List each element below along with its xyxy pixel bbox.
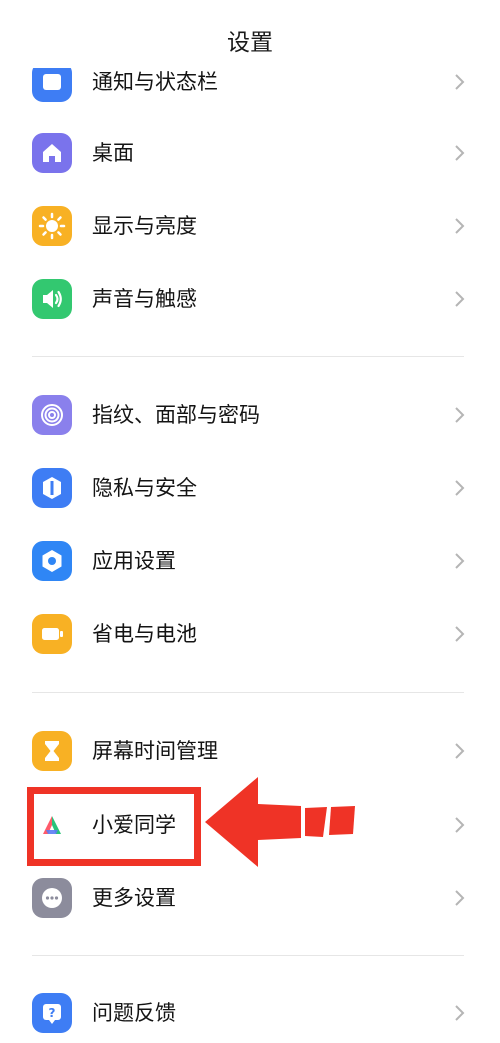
settings-item-sound[interactable]: 声音与触感 — [0, 269, 500, 329]
speaker-icon — [32, 279, 72, 319]
chevron-right-icon — [455, 743, 465, 759]
settings-item-label: 显示与亮度 — [92, 214, 197, 238]
help-icon: ? — [32, 993, 72, 1033]
chevron-right-icon — [455, 890, 465, 906]
settings-item-label: 声音与触感 — [92, 287, 197, 311]
svg-text:?: ? — [49, 1006, 56, 1020]
settings-item-label: 省电与电池 — [92, 622, 197, 646]
settings-item-display[interactable]: 显示与亮度 — [0, 196, 500, 256]
settings-item-label: 指纹、面部与密码 — [92, 403, 260, 427]
settings-item-fingerprint[interactable]: 指纹、面部与密码 — [0, 385, 500, 445]
sun-icon — [32, 206, 72, 246]
settings-item-apps[interactable]: 应用设置 — [0, 531, 500, 591]
home-icon — [32, 133, 72, 173]
page-title: 设置 — [227, 30, 273, 56]
shield-icon — [32, 468, 72, 508]
hexagon-gear-icon — [32, 541, 72, 581]
chevron-right-icon — [455, 218, 465, 234]
highlight-box — [27, 787, 201, 866]
settings-item-more[interactable]: 更多设置 — [0, 868, 500, 928]
chevron-right-icon — [455, 480, 465, 496]
settings-item-label: 应用设置 — [92, 549, 176, 573]
settings-item-desktop[interactable]: 桌面 — [0, 123, 500, 183]
settings-item-label: 通知与状态栏 — [92, 70, 218, 94]
chevron-right-icon — [455, 145, 465, 161]
settings-item-label: 隐私与安全 — [92, 476, 197, 500]
more-dots-icon — [32, 878, 72, 918]
hourglass-icon — [32, 731, 72, 771]
settings-item-label: 桌面 — [92, 141, 134, 165]
chevron-right-icon — [455, 74, 465, 90]
settings-item-label: 更多设置 — [92, 886, 176, 910]
settings-item-label: 问题反馈 — [92, 1001, 176, 1025]
section-divider — [32, 955, 464, 956]
chevron-right-icon — [455, 407, 465, 423]
red-arrow-annotation — [205, 777, 355, 867]
chevron-right-icon — [455, 817, 465, 833]
chevron-right-icon — [455, 553, 465, 569]
settings-item-feedback[interactable]: ? 问题反馈 — [0, 983, 500, 1043]
battery-icon — [32, 614, 72, 654]
chevron-right-icon — [455, 291, 465, 307]
chevron-right-icon — [455, 1005, 465, 1021]
fingerprint-icon — [32, 395, 72, 435]
settings-item-battery[interactable]: 省电与电池 — [0, 604, 500, 664]
chevron-right-icon — [455, 626, 465, 642]
notification-icon — [32, 62, 72, 102]
settings-item-privacy[interactable]: 隐私与安全 — [0, 458, 500, 518]
section-divider — [32, 692, 464, 693]
section-divider — [32, 356, 464, 357]
top-bar: 设置 — [0, 0, 500, 68]
settings-item-label: 屏幕时间管理 — [92, 739, 218, 763]
